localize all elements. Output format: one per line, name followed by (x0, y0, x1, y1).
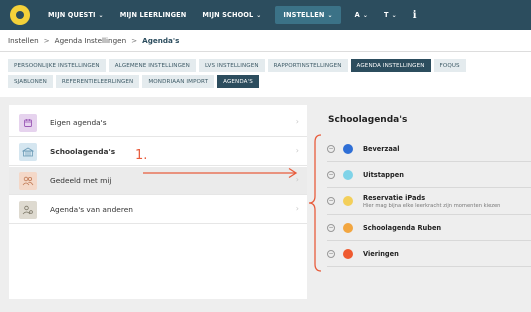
agenda-category-list: Eigen agenda's › Schoolagenda's › Gedeel… (9, 105, 307, 299)
chevron-down-icon: ⌄ (391, 11, 397, 19)
school-icon (19, 142, 37, 161)
user-settings-icon (19, 200, 37, 219)
breadcrumb: Instellen > Agenda Instellingen > Agenda… (0, 30, 531, 52)
agenda-name: Beverzaal (363, 144, 400, 153)
remove-icon[interactable]: − (327, 223, 335, 232)
questi-logo-icon[interactable] (10, 5, 30, 25)
tab-algemene-instellingen[interactable]: ALGEMENE INSTELLINGEN (108, 59, 196, 72)
breadcrumb-instellen[interactable]: Instellen (8, 36, 39, 45)
remove-icon[interactable]: − (327, 144, 335, 153)
chevron-down-icon: ⌄ (362, 11, 368, 19)
tab-rapportinstellingen[interactable]: RAPPORTINSTELLINGEN (267, 59, 348, 72)
annotation-arrow-icon (143, 167, 298, 179)
info-icon[interactable]: i (411, 6, 419, 24)
color-dot-icon (343, 248, 353, 259)
breadcrumb-current: Agenda's (142, 36, 180, 45)
tab-lvs-instellingen[interactable]: LVS INSTELLINGEN (198, 59, 265, 72)
color-dot-icon (343, 222, 353, 233)
remove-icon[interactable]: − (327, 170, 335, 179)
annotation-number: 1. (135, 148, 148, 163)
agenda-item-reservatie-ipads[interactable]: − Reservatie iPads Hier mag bijna elke l… (327, 188, 531, 215)
list-item-eigen-agendas[interactable]: Eigen agenda's › (9, 109, 307, 137)
settings-tabs: PERSOONLIJKE INSTELLINGEN ALGEMENE INSTE… (0, 52, 531, 97)
chevron-down-icon: ⌄ (256, 11, 262, 19)
agenda-item-schoolagenda-ruben[interactable]: − Schoolagenda Ruben (327, 215, 531, 241)
tabs-row-1: PERSOONLIJKE INSTELLINGEN ALGEMENE INSTE… (8, 59, 531, 72)
agenda-item-uitstappen[interactable]: − Uitstappen (327, 162, 531, 188)
chevron-right-icon: › (295, 117, 299, 126)
tab-referentieleerlingen[interactable]: REFERENTIELEERLINGEN (55, 75, 140, 88)
tab-persoonlijke-instellingen[interactable]: PERSOONLIJKE INSTELLINGEN (8, 59, 106, 72)
nav-user-t[interactable]: T ⌄ (382, 6, 399, 24)
nav-mijn-questi[interactable]: MIJN QUESTI ⌄ (46, 6, 106, 24)
panel-title: Schoolagenda's (328, 115, 408, 125)
tabs-row-2: SJABLONEN REFERENTIELEERLINGEN MONDRIAAN… (8, 75, 531, 88)
annotation-brace-icon (308, 134, 322, 272)
remove-icon[interactable]: − (327, 249, 335, 258)
color-dot-icon (343, 196, 353, 206)
breadcrumb-agenda-instellingen[interactable]: Agenda Instellingen (55, 36, 126, 45)
nav-mijn-school[interactable]: MIJN SCHOOL ⌄ (200, 6, 263, 24)
list-item-agendas-van-anderen[interactable]: Agenda's van anderen › (9, 196, 307, 224)
color-dot-icon (343, 169, 353, 180)
top-navigation: MIJN QUESTI ⌄ MIJN LEERLINGEN MIJN SCHOOL… (0, 0, 531, 30)
agenda-name: Uitstappen (363, 170, 404, 179)
breadcrumb-separator: > (43, 36, 50, 45)
agenda-description: Hier mag bijna elke leerkracht zijn mome… (363, 202, 501, 209)
list-item-label: Eigen agenda's (50, 118, 107, 127)
nav-user-a[interactable]: A ⌄ (353, 6, 370, 24)
list-item-schoolagendas[interactable]: Schoolagenda's › (9, 138, 307, 166)
breadcrumb-separator: > (131, 36, 138, 45)
chevron-right-icon: › (295, 204, 299, 213)
agenda-name: Vieringen (363, 249, 399, 258)
tab-foqus[interactable]: FOQUS (433, 59, 466, 72)
list-item-label: Agenda's van anderen (50, 205, 133, 214)
color-dot-icon (343, 143, 353, 154)
agenda-name: Schoolagenda Ruben (363, 223, 442, 232)
tab-mondriaan-import[interactable]: MONDRIAAN IMPORT (142, 75, 215, 88)
agenda-name: Reservatie iPads (363, 193, 426, 202)
chevron-right-icon: › (295, 146, 299, 155)
agenda-item-vieringen[interactable]: − Vieringen (327, 241, 531, 267)
list-item-label: Schoolagenda's (50, 147, 116, 156)
chevron-down-icon: ⌄ (327, 11, 333, 19)
tab-sjablonen[interactable]: SJABLONEN (8, 75, 53, 88)
calendar-icon (19, 113, 37, 132)
tab-agendas[interactable]: AGENDA'S (217, 75, 259, 88)
nav-instellen[interactable]: INSTELLEN ⌄ (275, 6, 341, 24)
list-item-label: Gedeeld met mij (50, 176, 112, 185)
agenda-item-beverzaal[interactable]: − Beverzaal (327, 136, 531, 162)
remove-icon[interactable]: − (327, 197, 335, 205)
shared-users-icon (19, 171, 37, 190)
chevron-down-icon: ⌄ (98, 11, 104, 19)
tab-agenda-instellingen[interactable]: AGENDA INSTELLINGEN (350, 59, 431, 72)
nav-mijn-leerlingen[interactable]: MIJN LEERLINGEN (118, 6, 189, 24)
